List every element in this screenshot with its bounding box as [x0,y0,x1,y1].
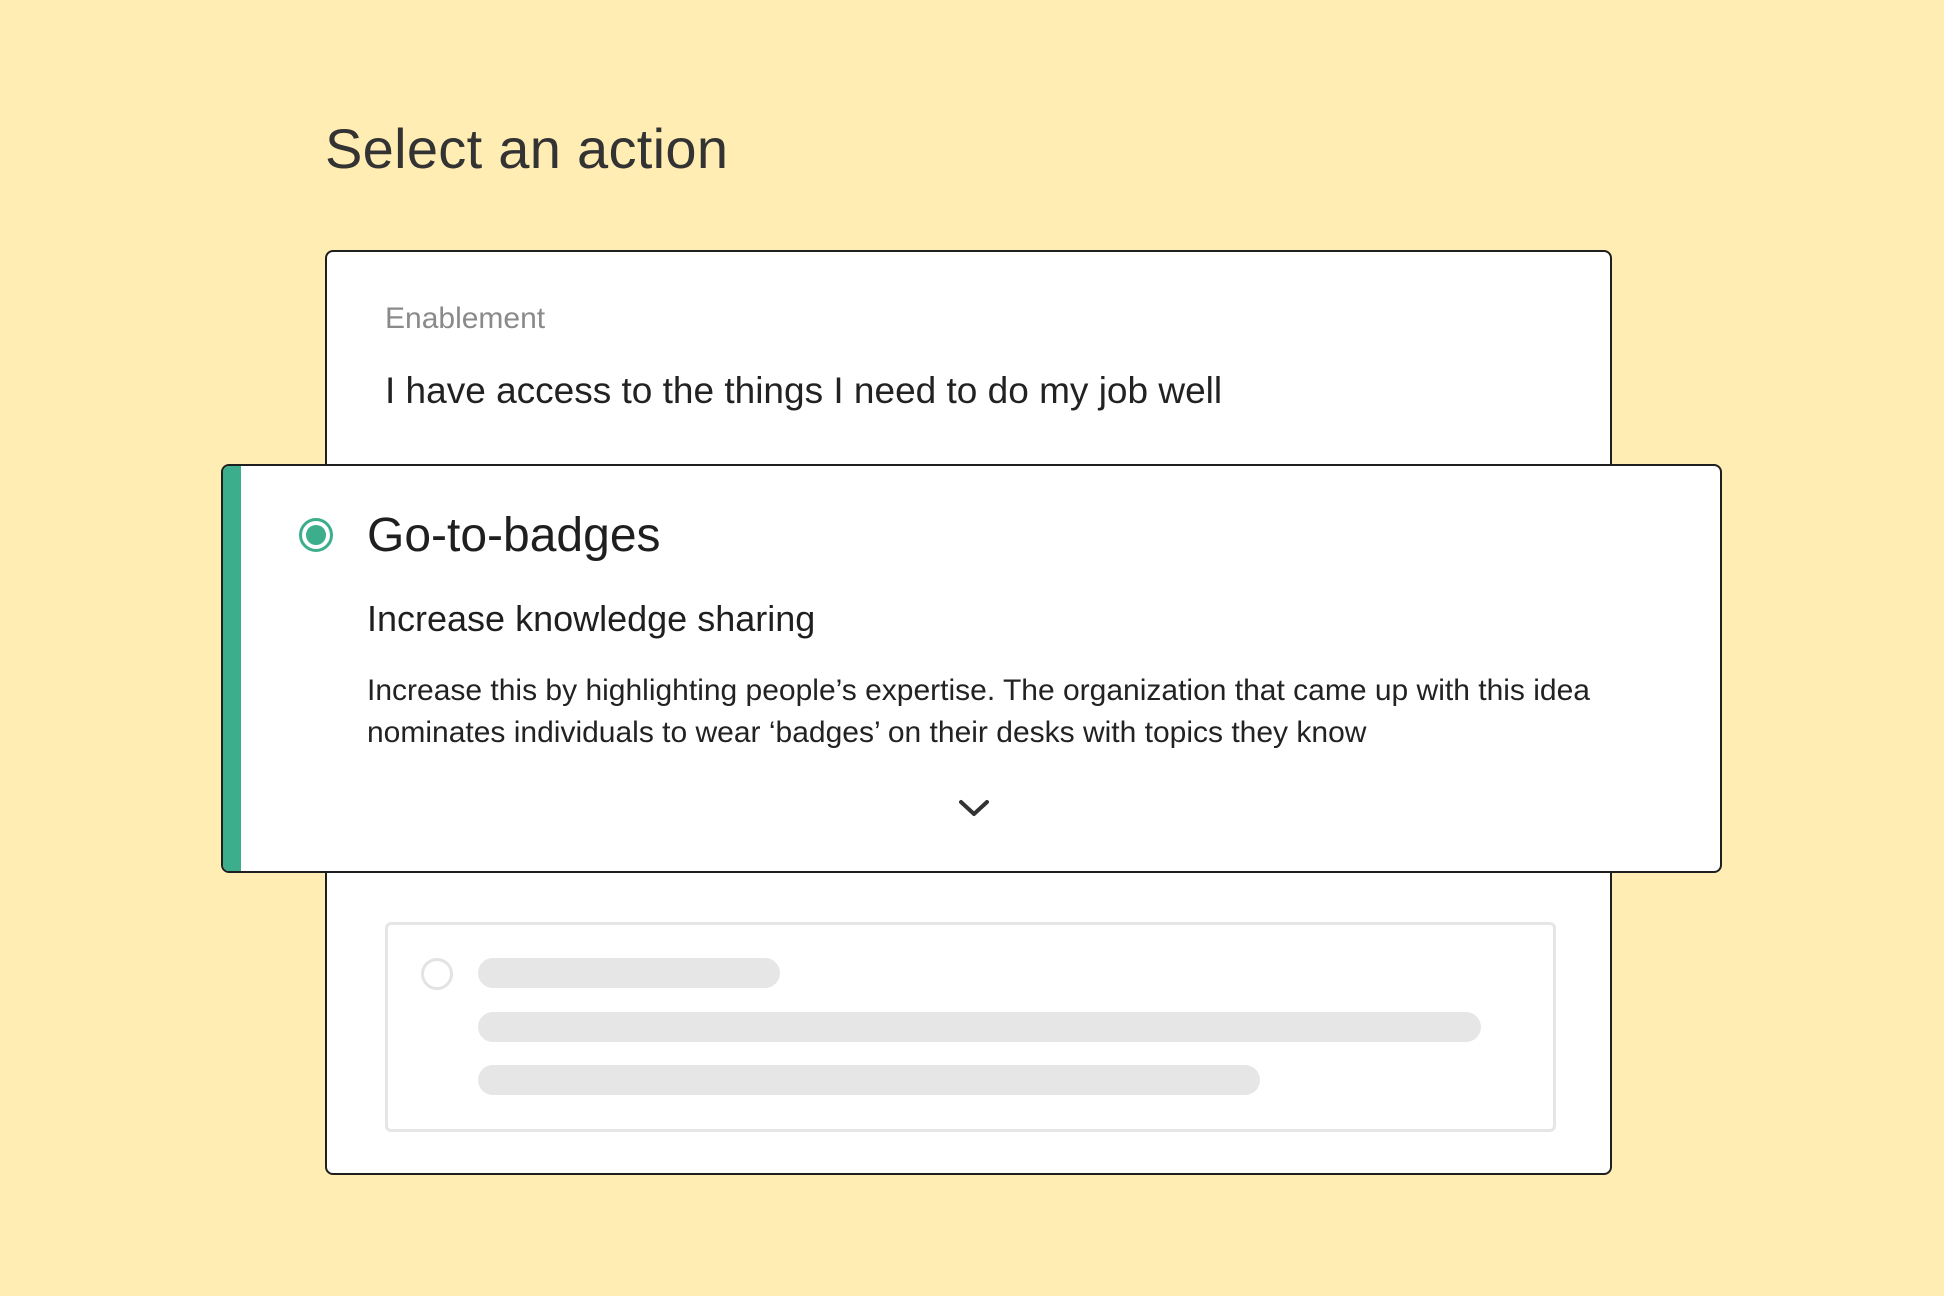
radio-unselected-icon[interactable] [421,958,453,990]
question-category: Enablement [385,302,546,335]
action-description: Increase this by highlighting people’s e… [367,674,1590,749]
radio-selected-icon[interactable] [299,518,333,552]
action-title: Go-to-badges [367,509,661,562]
skeleton-line [478,1012,1481,1042]
question-statement: I have access to the things I need to do… [385,370,1223,411]
skeleton-line [478,958,780,988]
chevron-down-icon[interactable] [954,794,994,822]
action-option-selected[interactable]: Go-to-badges Increase knowledge sharing … [221,464,1722,873]
skeleton-line [478,1065,1260,1095]
action-subtitle: Increase knowledge sharing [367,598,816,639]
page-title: Select an action [325,117,729,180]
selection-accent-bar [223,466,241,871]
radio-dot [306,525,326,545]
action-option-placeholder[interactable] [385,922,1556,1132]
